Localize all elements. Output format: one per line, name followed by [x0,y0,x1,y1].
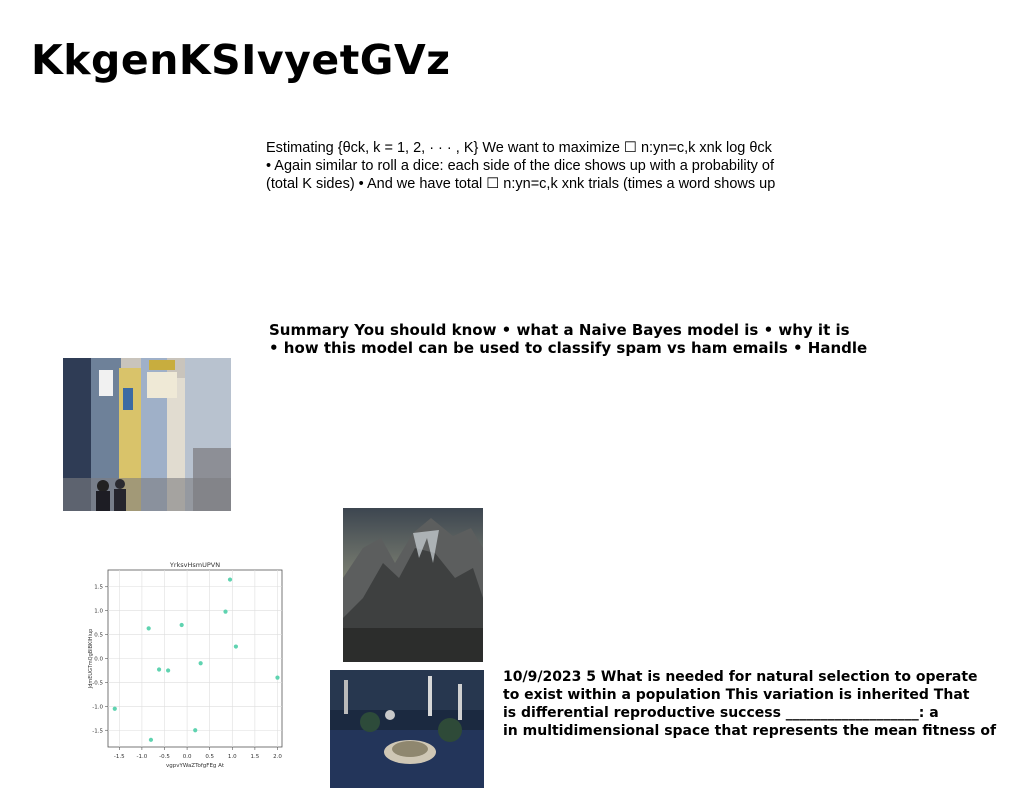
data-point [148,737,154,742]
x-tick-label: 1.5 [251,754,260,760]
y-axis-label: JdmEUGTmQgBlBKIHiup [88,629,94,690]
y-tick-label: 1.0 [94,609,103,615]
data-point [166,668,171,673]
summary-paragraph: Summary You should know • what a Naive B… [269,321,949,357]
data-point [198,661,203,666]
table-photo [330,670,484,788]
data-point [179,622,184,628]
y-tick-label: 0.0 [94,657,103,663]
page-title: KkgenKSIvyetGVz [31,36,451,84]
data-point [112,706,117,711]
x-tick-label: 0.5 [205,754,214,760]
data-point [193,728,198,733]
estimating-paragraph: Estimating {θck, k = 1, 2, · · · , K} We… [266,139,866,193]
x-axis-label: vgpvYWaZTofgFEg At [166,763,225,769]
data-point [223,609,228,614]
data-point [233,644,239,649]
text-line: (total K sides) • And we have total ☐ n:… [266,176,776,192]
text-line: Summary You should know • what a Naive B… [269,321,850,339]
x-tick-label: -1.0 [137,754,148,760]
scatter-chart: -1.5 -1.0 -0.5 0.0 0.5 1.0 1.5 2.0-1.5-1.0-0.50… [88,561,283,769]
mountain-photo [343,508,483,662]
data-point [156,667,162,672]
text-line: to exist within a population This variat… [503,687,970,703]
text-line: • Again similar to roll a dice: each sid… [266,158,775,174]
y-tick-label: 1.5 [94,585,103,591]
text-line: in multidimensional space that represent… [503,723,997,739]
x-tick-label: -0.5 [159,754,170,760]
x-tick-label: -1.5 [114,754,125,760]
data-point [275,675,280,680]
text-line: is differential reproductive success ___… [503,705,939,721]
x-tick-label: 2.0 [273,754,282,760]
x-tick-label: 0.0 [183,754,192,760]
text-line: Estimating {θck, k = 1, 2, · · · , K} We… [266,140,772,156]
y-tick-label: 0.5 [94,633,103,639]
y-tick-label: -1.5 [92,728,103,734]
data-point [227,577,233,582]
text-line: 10/9/2023 5 What is needed for natural s… [503,669,978,685]
y-tick-label: -1.0 [92,704,103,710]
chart-title: YrksvHsmUPVN [169,561,220,569]
x-tick-label: 1.0 [228,754,237,760]
text-line: • how this model can be used to classify… [269,339,868,357]
street-photo [63,358,231,511]
selection-paragraph: 10/9/2023 5 What is needed for natural s… [503,668,1023,740]
data-point [146,626,151,631]
